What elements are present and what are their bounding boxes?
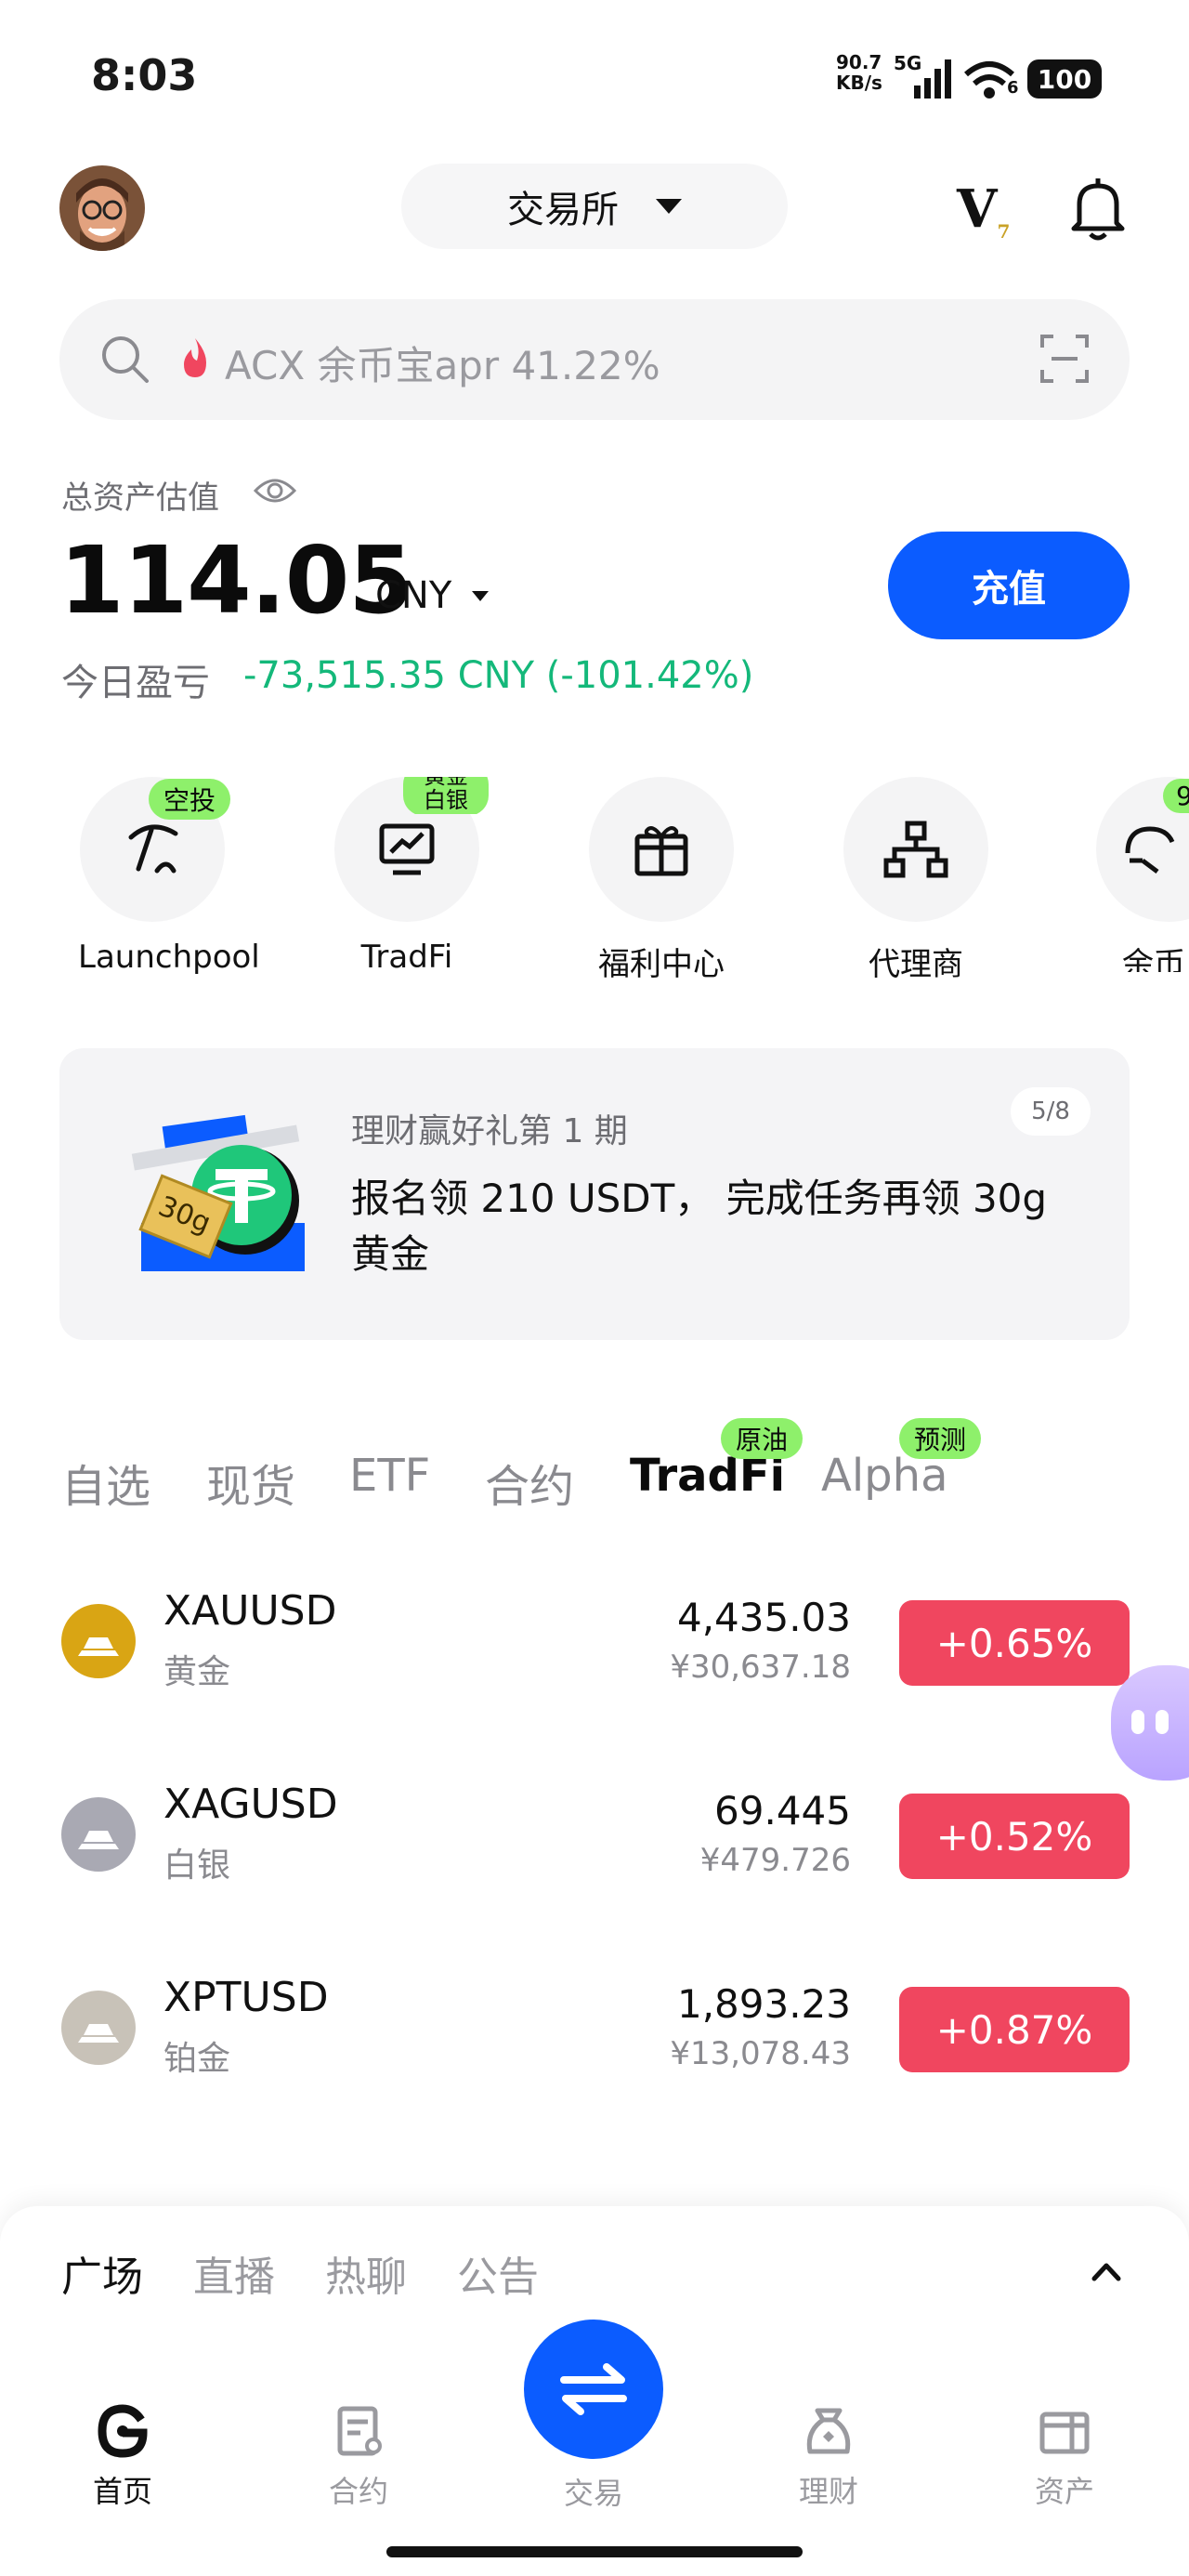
network-speed: 90.7 KB/s	[836, 52, 882, 93]
tab-square[interactable]: 广场	[61, 2243, 143, 2303]
nav-label: 理财	[798, 2474, 858, 2509]
chart-monitor-icon	[379, 823, 435, 875]
cny-price: ¥13,078.43	[670, 2035, 851, 2072]
home-indicator	[386, 2546, 803, 2557]
vip-level: 7	[997, 220, 1011, 243]
scan-icon[interactable]	[1039, 333, 1091, 385]
promo-title: 报名领 210 USDT， 完成任务再领 30g 黄金	[351, 1176, 1048, 1277]
last-price: 4,435.03	[676, 1595, 851, 1640]
chevron-up-icon[interactable]	[1091, 2256, 1122, 2288]
nav-label: 资产	[1034, 2474, 1094, 2509]
tab-live[interactable]: 直播	[193, 2243, 275, 2303]
flame-icon	[184, 338, 206, 377]
silver-bar-icon	[61, 1797, 136, 1872]
promo-pagination: 5/8	[1011, 1087, 1091, 1136]
swap-arrows-icon	[560, 2363, 627, 2415]
eye-icon[interactable]	[253, 474, 297, 507]
shortcut-savings[interactable]: 余币 9	[1096, 777, 1189, 972]
vip-badge[interactable]: V7	[957, 178, 1010, 243]
total-assets-value: 114.05	[59, 526, 413, 635]
nav-trade-button[interactable]	[524, 2320, 663, 2459]
platinum-bar-icon	[61, 1991, 136, 2065]
tradfi-tag: 黄金白银	[403, 777, 489, 814]
caret-down-icon	[472, 591, 489, 601]
chevron-down-icon	[656, 199, 682, 214]
tab-tag-crude-oil: 原油	[721, 1418, 804, 1459]
bell-icon[interactable]	[1068, 177, 1128, 242]
home-icon	[98, 2404, 148, 2458]
bot-eye-left	[1131, 1710, 1144, 1734]
pnl-label: 今日盈亏	[61, 662, 210, 704]
shortcut-label: 福利中心	[598, 946, 725, 983]
pickaxe-icon	[128, 824, 178, 874]
total-assets-label: 总资产估值	[61, 480, 219, 517]
speed-unit: KB/s	[836, 72, 882, 94]
nav-contracts[interactable]: 合约	[284, 2403, 433, 2511]
avatar[interactable]	[59, 165, 145, 251]
nav-wealth[interactable]: 理财	[754, 2403, 903, 2511]
asset-name: 黄金	[163, 1653, 231, 1691]
nav-label: 合约	[328, 2474, 388, 2509]
exchange-switcher[interactable]: 交易所	[401, 164, 788, 249]
shortcut-label: Launchpool	[78, 939, 260, 976]
cny-price: ¥479.726	[699, 1842, 851, 1879]
tradfi-tag-wrap: 黄金白银	[403, 777, 489, 814]
promo-subtitle: 理财赢好礼第 1 期	[351, 1112, 628, 1150]
tab-announcements[interactable]: 公告	[457, 2243, 539, 2303]
gold-bar-icon	[61, 1604, 136, 1678]
search-input[interactable]: ACX 余币宝apr 41.22%	[225, 335, 660, 391]
avatar-image	[59, 165, 145, 251]
search-icon	[102, 336, 149, 383]
speed-value: 90.7	[836, 51, 882, 73]
contract-icon	[337, 2406, 382, 2456]
nav-label: 首页	[92, 2474, 152, 2509]
bot-eye-right	[1156, 1710, 1169, 1734]
market-row-xauusd[interactable]: XAUUSD 黄金 4,435.03 ¥30,637.18 +0.65%	[0, 1569, 1189, 1717]
tab-etf[interactable]: ETF	[349, 1450, 430, 1502]
usdt-gold-illustration	[131, 1114, 305, 1271]
wallet-icon	[1039, 2412, 1090, 2454]
change-badge[interactable]: +0.87%	[899, 1987, 1130, 2072]
change-badge[interactable]: +0.52%	[899, 1794, 1130, 1879]
org-chart-icon	[883, 821, 948, 878]
last-price: 1,893.23	[676, 1981, 851, 2027]
deposit-button[interactable]: 充值	[888, 532, 1130, 639]
nav-home[interactable]: 首页	[48, 2403, 197, 2511]
change-badge[interactable]: +0.65%	[899, 1600, 1130, 1686]
gift-icon	[634, 826, 688, 876]
tab-futures[interactable]: 合约	[485, 1450, 574, 1515]
wifi-level: 6	[1007, 78, 1019, 98]
last-price: 69.445	[714, 1788, 851, 1833]
tab-spot[interactable]: 现货	[206, 1450, 295, 1515]
shortcut-label: 余币	[1122, 946, 1185, 972]
tab-favorites[interactable]: 自选	[61, 1450, 150, 1515]
tab-hot-chat[interactable]: 热聊	[325, 2243, 407, 2303]
wealth-icon	[806, 2408, 851, 2454]
shortcut-label: TradFi	[360, 939, 453, 976]
status-time: 8:03	[91, 50, 198, 100]
shortcut-benefits[interactable]: 福利中心	[587, 777, 736, 984]
symbol: XAGUSD	[163, 1781, 338, 1828]
battery-indicator: 100	[1027, 59, 1102, 99]
symbol: XAUUSD	[163, 1587, 337, 1635]
currency-selector[interactable]: CNY	[375, 574, 451, 617]
vip-letter: V	[957, 178, 998, 240]
market-row-xptusd[interactable]: XPTUSD 铂金 1,893.23 ¥13,078.43 +0.87%	[0, 1955, 1189, 2104]
nav-assets[interactable]: 资产	[990, 2403, 1139, 2511]
exchange-title: 交易所	[507, 189, 619, 231]
signal-icon	[914, 59, 951, 99]
pnl-value: -73,515.35 CNY (-101.42%)	[243, 654, 754, 697]
cny-price: ¥30,637.18	[670, 1649, 851, 1686]
shortcut-agent[interactable]: 代理商	[842, 777, 990, 984]
nav-label-trade: 交易	[563, 2476, 623, 2511]
airdrop-tag: 空投	[149, 779, 231, 820]
shortcut-label: 代理商	[869, 946, 963, 983]
asset-name: 铂金	[163, 2040, 231, 2078]
tab-tag-prediction: 预测	[899, 1418, 982, 1459]
cycle-icon	[1125, 826, 1175, 874]
asset-name: 白银	[163, 1847, 231, 1885]
market-row-xagusd[interactable]: XAGUSD 白银 69.445 ¥479.726 +0.52%	[0, 1762, 1189, 1911]
symbol: XPTUSD	[163, 1974, 329, 2021]
